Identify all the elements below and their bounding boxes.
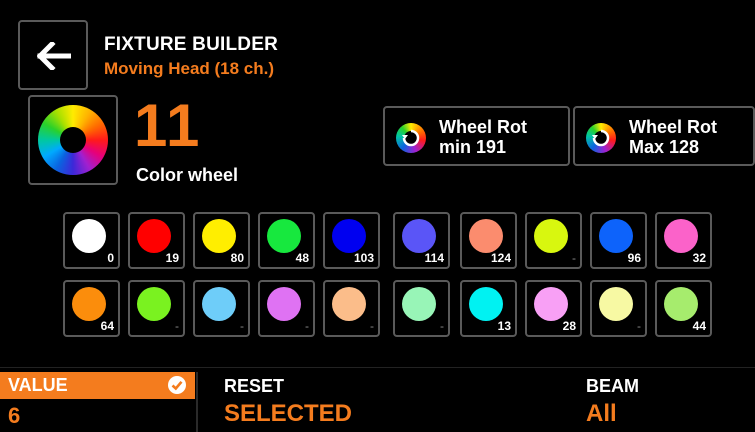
page-title: FIXTURE BUILDER bbox=[104, 34, 278, 55]
color-dmx-value: 32 bbox=[692, 251, 706, 265]
color-dmx-value: - bbox=[440, 319, 444, 333]
wheel-rot-min-title: Wheel Rot bbox=[439, 117, 527, 137]
color-swatch bbox=[267, 219, 301, 253]
color-slot-11[interactable]: 64 bbox=[63, 280, 120, 337]
channel-label: Color wheel bbox=[136, 165, 239, 185]
color-swatch bbox=[534, 219, 568, 253]
color-swatch bbox=[137, 287, 171, 321]
color-dmx-value: 103 bbox=[353, 251, 374, 265]
color-swatch bbox=[599, 219, 633, 253]
arrow-left-icon bbox=[37, 42, 71, 70]
color-swatch bbox=[72, 287, 106, 321]
color-dmx-value: 48 bbox=[295, 251, 309, 265]
color-slot-19[interactable]: - bbox=[590, 280, 647, 337]
color-dmx-value: - bbox=[370, 319, 374, 333]
color-dmx-value: 124 bbox=[490, 251, 511, 265]
wheel-rot-max-title: Wheel Rot bbox=[629, 117, 717, 137]
color-swatch bbox=[332, 219, 366, 253]
color-slot-6[interactable]: 114 bbox=[393, 212, 450, 269]
color-slot-7[interactable]: 124 bbox=[460, 212, 517, 269]
color-dmx-value: 0 bbox=[107, 251, 114, 265]
color-dmx-value: 96 bbox=[627, 251, 641, 265]
rotate-arrow-icon bbox=[402, 129, 420, 147]
color-dmx-value: 19 bbox=[165, 251, 179, 265]
footer-separator bbox=[0, 367, 755, 368]
color-swatch bbox=[402, 287, 436, 321]
color-swatch bbox=[137, 219, 171, 253]
color-swatch bbox=[267, 287, 301, 321]
reset-label[interactable]: RESET bbox=[224, 376, 284, 397]
color-swatch bbox=[202, 287, 236, 321]
rotate-arrow-icon bbox=[592, 129, 610, 147]
color-slot-12[interactable]: - bbox=[128, 280, 185, 337]
beam-all-button[interactable]: All bbox=[586, 400, 617, 428]
footer-divider bbox=[196, 372, 198, 432]
color-slot-15[interactable]: - bbox=[323, 280, 380, 337]
color-slot-5[interactable]: 103 bbox=[323, 212, 380, 269]
color-swatch bbox=[202, 219, 236, 253]
color-swatch bbox=[599, 287, 633, 321]
color-dmx-value: - bbox=[240, 319, 244, 333]
color-dmx-value: - bbox=[175, 319, 179, 333]
color-slot-9[interactable]: 96 bbox=[590, 212, 647, 269]
reset-selected-button[interactable]: SELECTED bbox=[224, 400, 352, 428]
wheel-rot-min-value: min 191 bbox=[439, 137, 507, 157]
check-circle-icon bbox=[168, 376, 186, 394]
color-swatch bbox=[469, 287, 503, 321]
fixture-subtitle: Moving Head (18 ch.) bbox=[104, 59, 275, 78]
color-swatch bbox=[469, 219, 503, 253]
wheel-rot-min-button[interactable]: Wheel Rot min 191 bbox=[383, 106, 570, 166]
back-button[interactable] bbox=[18, 20, 88, 90]
value-panel[interactable]: VALUE 6 bbox=[0, 372, 195, 432]
color-slot-8[interactable]: - bbox=[525, 212, 582, 269]
color-dmx-value: 64 bbox=[100, 319, 114, 333]
color-slot-10[interactable]: 32 bbox=[655, 212, 712, 269]
color-slot-13[interactable]: - bbox=[193, 280, 250, 337]
color-slot-20[interactable]: 44 bbox=[655, 280, 712, 337]
wheel-rot-max-button[interactable]: Wheel Rot Max 128 bbox=[573, 106, 755, 166]
wheel-rot-max-value: Max 128 bbox=[629, 137, 700, 157]
color-slot-17[interactable]: 13 bbox=[460, 280, 517, 337]
color-wheel-button[interactable] bbox=[28, 95, 118, 185]
color-dmx-value: 114 bbox=[424, 251, 444, 265]
channel-number: 11 bbox=[134, 92, 202, 159]
color-swatch bbox=[402, 219, 436, 253]
color-dmx-value: 28 bbox=[562, 319, 576, 333]
color-swatch bbox=[664, 287, 698, 321]
color-wheel-icon bbox=[38, 105, 108, 175]
color-slot-18[interactable]: 28 bbox=[525, 280, 582, 337]
color-dmx-value: 44 bbox=[692, 319, 706, 333]
color-swatch bbox=[332, 287, 366, 321]
color-swatch bbox=[534, 287, 568, 321]
color-swatch bbox=[664, 219, 698, 253]
beam-label[interactable]: BEAM bbox=[586, 376, 639, 397]
color-slot-14[interactable]: - bbox=[258, 280, 315, 337]
color-slot-2[interactable]: 19 bbox=[128, 212, 185, 269]
value-label: VALUE bbox=[8, 375, 68, 395]
color-slot-3[interactable]: 80 bbox=[193, 212, 250, 269]
color-dmx-value: - bbox=[637, 319, 641, 333]
color-dmx-value: - bbox=[572, 251, 576, 265]
color-swatch bbox=[72, 219, 106, 253]
color-slot-1[interactable]: 0 bbox=[63, 212, 120, 269]
color-slot-4[interactable]: 48 bbox=[258, 212, 315, 269]
color-dmx-value: - bbox=[305, 319, 309, 333]
color-dmx-value: 80 bbox=[230, 251, 244, 265]
value-display: 6 bbox=[8, 403, 21, 428]
color-slot-16[interactable]: - bbox=[393, 280, 450, 337]
color-dmx-value: 13 bbox=[497, 319, 511, 333]
